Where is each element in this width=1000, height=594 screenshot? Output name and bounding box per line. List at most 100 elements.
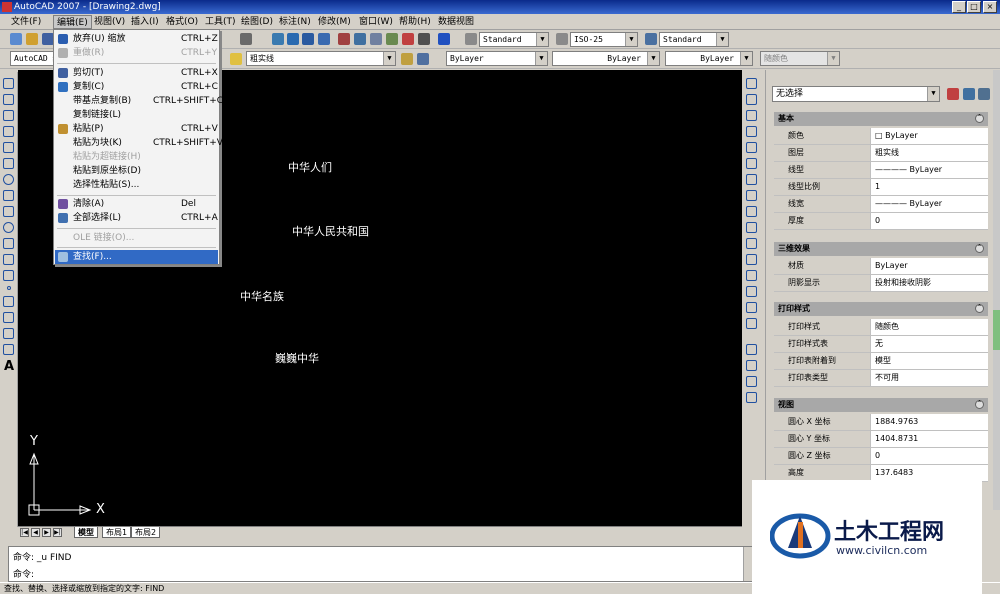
property-row[interactable]: 打印样式 随颜色 xyxy=(774,319,988,336)
property-row[interactable]: 线型比例 1 xyxy=(774,179,988,196)
hatch-icon[interactable] xyxy=(3,296,14,307)
table-icon[interactable] xyxy=(3,344,14,355)
stretch-icon[interactable] xyxy=(746,206,757,217)
property-row[interactable]: 图层 粗实线 xyxy=(774,145,988,162)
command-window[interactable]: 命令: _u FIND 命令: xyxy=(8,546,754,582)
section-3d-effects[interactable]: 三维效果 ˄ xyxy=(774,242,988,256)
zoom-realtime-icon[interactable] xyxy=(287,33,299,45)
collapse-icon[interactable]: ˄ xyxy=(975,304,984,313)
property-value[interactable]: 137.6483 xyxy=(870,465,988,481)
property-value[interactable]: 模型 xyxy=(870,353,988,369)
collapse-icon[interactable]: ˄ xyxy=(975,114,984,123)
property-row[interactable]: 材质 ByLayer xyxy=(774,258,988,275)
tab-layout1[interactable]: 布局1 xyxy=(102,527,132,538)
menu-item-undo[interactable]: 放弃(U) 缩放 CTRL+Z xyxy=(55,32,218,46)
insert-block-icon[interactable] xyxy=(3,254,14,265)
close-button[interactable]: × xyxy=(983,1,997,13)
property-row[interactable]: 圆心 Z 坐标 0 xyxy=(774,448,988,465)
tab-model[interactable]: 模型 xyxy=(74,527,98,538)
property-row[interactable]: 线宽 ———— ByLayer xyxy=(774,196,988,213)
drawing-text[interactable]: 巍巍中华 xyxy=(275,350,319,366)
explode-icon[interactable] xyxy=(746,318,757,329)
trim-icon[interactable] xyxy=(746,222,757,233)
menu-item-find[interactable]: 查找(F)... xyxy=(55,250,218,264)
menu-format[interactable]: 格式(O) xyxy=(163,15,201,29)
property-value[interactable]: ByLayer xyxy=(870,258,988,274)
tab-layout2[interactable]: 布局2 xyxy=(131,527,161,538)
spline-icon[interactable] xyxy=(3,206,14,217)
properties-icon[interactable] xyxy=(338,33,350,45)
zoom-window-icon[interactable] xyxy=(302,33,314,45)
property-value[interactable]: 1404.8731 xyxy=(870,431,988,447)
polyline-icon[interactable] xyxy=(3,110,14,121)
palette-scrollbar[interactable] xyxy=(993,70,1000,510)
drawing-text[interactable]: 中华人民共和国 xyxy=(292,223,369,239)
next-tab-icon[interactable]: ▶ xyxy=(42,528,51,537)
property-row[interactable]: 打印表附着到 模型 xyxy=(774,353,988,370)
section-plot-style[interactable]: 打印样式 ˄ xyxy=(774,302,988,316)
break-icon[interactable] xyxy=(746,254,757,265)
property-row[interactable]: 打印表类型 不可用 xyxy=(774,370,988,387)
draw-order-icon[interactable] xyxy=(746,344,757,355)
menu-data-view[interactable]: 数据视图 xyxy=(435,15,477,29)
color-select[interactable]: ByLayer ▼ xyxy=(446,51,548,66)
menu-modify[interactable]: 修改(M) xyxy=(315,15,354,29)
circle-icon[interactable] xyxy=(3,174,14,185)
maximize-button[interactable]: □ xyxy=(967,1,981,13)
construction-line-icon[interactable] xyxy=(3,94,14,105)
quick-select-icon[interactable] xyxy=(978,88,990,100)
table-style-select[interactable]: Standard ▼ xyxy=(659,32,729,47)
menu-item-paste-orig[interactable]: 粘贴到原坐标(D) xyxy=(55,164,218,178)
menu-item-copy-link[interactable]: 复制链接(L) xyxy=(55,108,218,122)
menu-window[interactable]: 窗口(W) xyxy=(356,15,396,29)
command-prompt[interactable]: 命令: xyxy=(13,567,34,580)
rotate-icon[interactable] xyxy=(746,174,757,185)
linetype-select[interactable]: ByLayer ▼ xyxy=(552,51,660,66)
property-value[interactable]: □ ByLayer xyxy=(870,128,988,144)
erase-icon[interactable] xyxy=(746,78,757,89)
command-splitter[interactable] xyxy=(8,540,754,546)
menu-item-paste[interactable]: 粘贴(P) CTRL+V xyxy=(55,122,218,136)
collapse-icon[interactable]: ˄ xyxy=(975,400,984,409)
fillet-icon[interactable] xyxy=(746,302,757,313)
property-value[interactable]: 投射和接收阴影 xyxy=(870,275,988,291)
arc-icon[interactable] xyxy=(3,158,14,169)
mirror-icon[interactable] xyxy=(746,110,757,121)
section-basic[interactable]: 基本 ˄ xyxy=(774,112,988,126)
menu-item-paste-block[interactable]: 粘贴为块(K) CTRL+SHIFT+V xyxy=(55,136,223,150)
section-view[interactable]: 视图 ˄ xyxy=(774,398,988,412)
multiline-text-icon[interactable]: A xyxy=(4,359,14,374)
chamfer-icon[interactable] xyxy=(746,286,757,297)
property-value[interactable]: ———— ByLayer xyxy=(870,162,988,178)
last-tab-icon[interactable]: ▶| xyxy=(53,528,62,537)
property-row[interactable]: 阴影显示 投射和接收阴影 xyxy=(774,275,988,292)
menu-edit[interactable]: 编辑(E) xyxy=(53,15,92,29)
open-file-icon[interactable] xyxy=(26,33,38,45)
property-value[interactable]: 粗实线 xyxy=(870,145,988,161)
new-file-icon[interactable] xyxy=(10,33,22,45)
drawing-text[interactable]: 中华名族 xyxy=(240,288,284,304)
menu-item-clear[interactable]: 清除(A) Del xyxy=(55,197,218,211)
pan-icon[interactable] xyxy=(272,33,284,45)
layer-select[interactable]: 粗实线 ▼ xyxy=(246,51,396,66)
property-row[interactable]: 线型 ———— ByLayer xyxy=(774,162,988,179)
minimize-button[interactable]: _ xyxy=(952,1,966,13)
selection-select[interactable]: 无选择 ▼ xyxy=(772,86,940,102)
palette-scroll-thumb[interactable] xyxy=(993,310,1000,350)
bring-above-icon[interactable] xyxy=(746,392,757,403)
property-value[interactable]: ———— ByLayer xyxy=(870,196,988,212)
join-icon[interactable] xyxy=(746,270,757,281)
scale-icon[interactable] xyxy=(746,190,757,201)
property-row[interactable]: 打印样式表无 xyxy=(774,336,988,353)
calculator-icon[interactable] xyxy=(418,33,430,45)
prev-tab-icon[interactable]: ◀ xyxy=(31,528,40,537)
property-value[interactable]: 1884.9763 xyxy=(870,414,988,430)
send-back-icon[interactable] xyxy=(746,376,757,387)
region-icon[interactable] xyxy=(3,328,14,339)
property-value[interactable]: 1 xyxy=(870,179,988,195)
workspace-select[interactable]: AutoCAD 经 xyxy=(10,51,54,66)
menu-file[interactable]: 文件(F) xyxy=(8,15,44,29)
redo-arrow-icon[interactable] xyxy=(240,33,252,45)
extend-icon[interactable] xyxy=(746,238,757,249)
menu-item-select-all[interactable]: 全部选择(L) CTRL+A xyxy=(55,211,218,225)
